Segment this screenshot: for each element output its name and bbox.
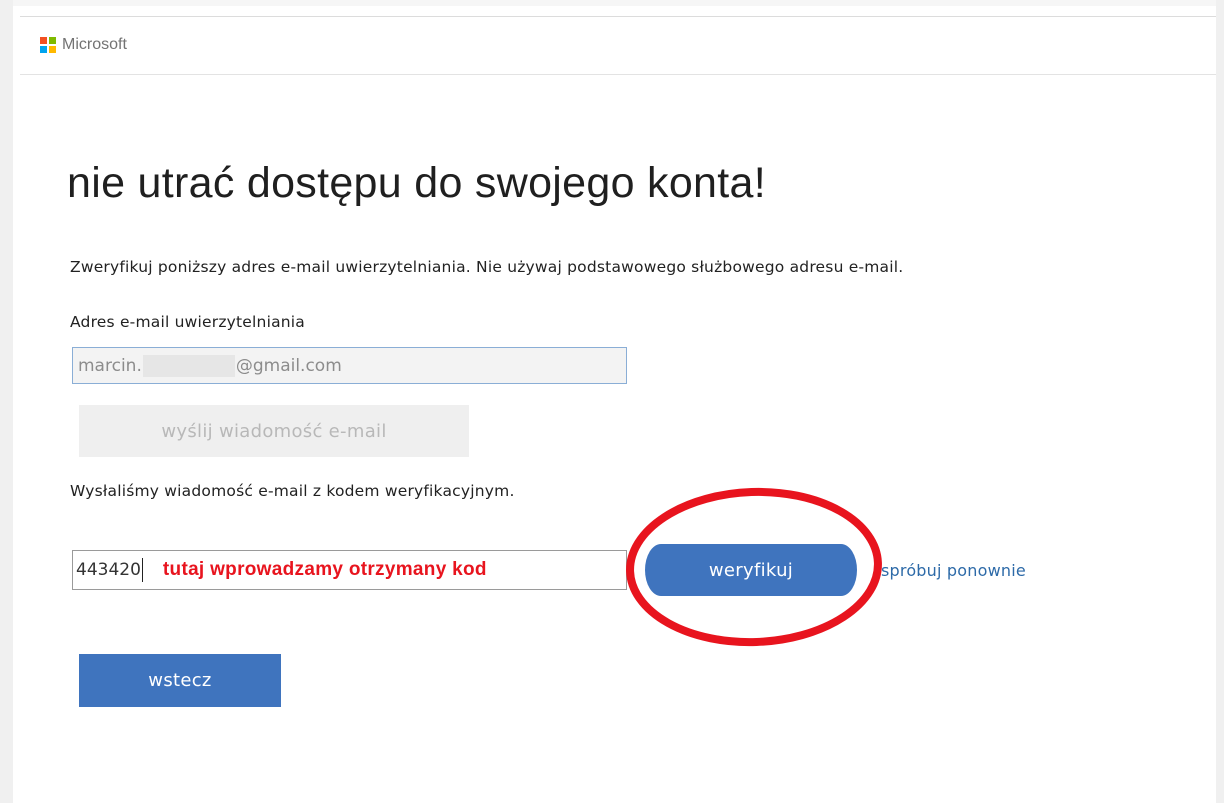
- logo-square-blue: [40, 46, 47, 53]
- header-bar: Microsoft: [20, 16, 1216, 75]
- email-redaction: [142, 354, 235, 377]
- text-caret: [141, 558, 143, 582]
- back-button[interactable]: wstecz: [79, 654, 281, 707]
- page-title: nie utrać dostępu do swojego konta!: [67, 159, 766, 207]
- email-value-prefix: marcin.: [78, 355, 142, 376]
- verification-code-value: 443420: [76, 560, 141, 580]
- logo-square-red: [40, 37, 47, 44]
- microsoft-logo-icon: [40, 37, 56, 53]
- retry-link[interactable]: spróbuj ponownie: [881, 561, 1026, 580]
- email-field-label: Adres e-mail uwierzytelniania: [70, 313, 306, 331]
- brand-name: Microsoft: [62, 36, 127, 53]
- logo-square-green: [49, 37, 56, 44]
- page: Microsoft nie utrać dostępu do swojego k…: [0, 0, 1224, 803]
- verification-code-input[interactable]: 443420 tutaj wprowadzamy otrzymany kod: [72, 550, 627, 590]
- logo-square-yellow: [49, 46, 56, 53]
- top-strip: [0, 0, 1224, 6]
- email-value-suffix: @gmail.com: [235, 355, 342, 376]
- left-border: [0, 0, 13, 803]
- sent-confirmation-text: Wysłaliśmy wiadomość e-mail z kodem wery…: [70, 482, 515, 500]
- microsoft-logo: Microsoft: [40, 36, 127, 53]
- right-border: [1216, 0, 1224, 803]
- email-field[interactable]: marcin. @gmail.com: [72, 347, 627, 384]
- send-email-button[interactable]: wyślij wiadomość e-mail: [79, 405, 469, 457]
- verify-button[interactable]: weryfikuj: [645, 544, 857, 596]
- annotation-text: tutaj wprowadzamy otrzymany kod: [162, 559, 487, 580]
- page-description: Zweryfikuj poniższy adres e-mail uwierzy…: [70, 258, 904, 276]
